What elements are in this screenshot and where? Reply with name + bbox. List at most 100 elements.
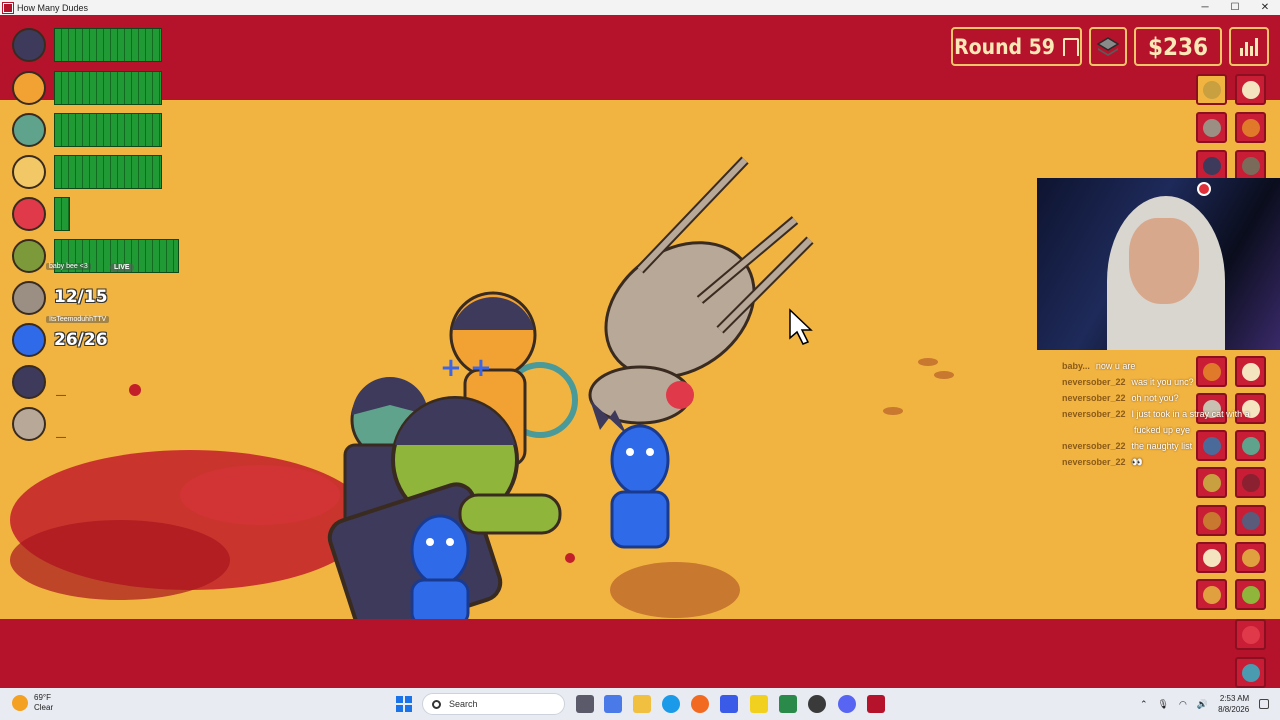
record-icon [1197,182,1211,196]
discord-icon[interactable] [838,695,856,713]
wolf-enemy[interactable] [580,156,814,435]
close-icon[interactable]: ✕ [1250,0,1280,15]
roster-row[interactable] [12,110,46,150]
item-slot[interactable] [1196,112,1227,143]
roster-row[interactable] [12,25,46,65]
window-title: How Many Dudes [17,2,89,13]
blue-dude-unit[interactable] [610,424,670,549]
weather-condition: Clear [34,703,54,712]
roster-row[interactable] [12,278,46,318]
roster-row[interactable] [12,320,46,360]
taskbar-search[interactable]: Search [422,693,565,715]
svg-text:+: + [470,353,492,383]
app-icon [2,1,14,14]
bar-chart-icon [1240,37,1258,56]
item-slot[interactable] [1235,112,1266,143]
minimize-icon[interactable]: ─ [1190,0,1220,15]
sticky-notes-icon[interactable] [750,695,768,713]
search-placeholder: Search [449,699,478,709]
volume-icon[interactable]: 🔊 [1197,699,1208,710]
stream-chat: baby... now u are neversober_22 was it you… [1040,358,1270,470]
edge-icon[interactable] [662,695,680,713]
streamer-face [1129,218,1199,304]
skeleton-dude-avatar [12,281,46,315]
how-many-dudes-icon[interactable] [867,695,885,713]
clock-date: 8/8/2026 [1218,705,1250,714]
item-slot[interactable] [1196,579,1227,610]
item-slot[interactable] [1235,74,1266,105]
item-slot[interactable] [1235,467,1266,498]
item-slot[interactable] [1196,74,1227,105]
chat-message: neversober_22 👀 [1062,457,1143,467]
stream-viewer-tag: ItsTeemoduhhTTV [46,316,110,323]
item-slot[interactable] [1196,150,1227,181]
clock[interactable]: 2:53 AM 8/8/2026 [1218,693,1249,715]
windows-taskbar: 69°F Clear Search ⌃ 🎙 ◠ 🔊 2:53 AM 8/8/20… [0,688,1280,720]
temperature: 69°F [34,693,51,702]
gate-icon [1062,37,1079,56]
notification-icon[interactable] [1259,699,1270,709]
vampire-dude-avatar [12,113,46,147]
roster-row[interactable] [12,362,46,402]
search-icon [432,699,441,709]
roster-row[interactable] [12,236,46,276]
item-slot[interactable] [1196,467,1227,498]
chat-message: neversober_22 the naughty list [1062,441,1193,451]
maximize-icon[interactable]: ☐ [1220,0,1250,15]
item-slot[interactable] [1235,542,1266,573]
roster-row[interactable] [12,152,46,192]
chat-message: baby... now u are [1062,361,1136,371]
roster-dash: — [56,390,66,401]
blue-dude-avatar [12,323,46,357]
dirt-patch [610,562,740,618]
microphone-icon[interactable]: 🎙 [1158,699,1169,710]
stats-button[interactable] [1229,27,1269,66]
item-slot[interactable] [1235,619,1266,650]
start-button[interactable] [396,696,412,712]
chat-message: fucked up eye [1134,425,1191,435]
clock-time: 2:53 AM [1219,694,1250,703]
hp-bar [54,71,162,105]
hp-bar [54,155,162,189]
stream-viewer-tag: baby bee <3 [46,263,91,270]
roster-dash: — [56,432,66,443]
hp-bar [54,197,70,231]
file-explorer-icon[interactable] [633,695,651,713]
firefox-icon[interactable] [691,695,709,713]
horse-avatar [12,407,46,441]
pointer-cursor [789,308,813,345]
item-slot[interactable] [1235,579,1266,610]
copilot-icon[interactable] [604,695,622,713]
money-value: $236 [1147,32,1209,61]
hp-bar [54,28,162,62]
item-slot[interactable] [1196,505,1227,536]
store-icon[interactable] [720,695,738,713]
system-tray: ⌃ 🎙 ◠ 🔊 2:53 AM 8/8/2026 [1140,688,1270,720]
item-slot[interactable] [1235,150,1266,181]
item-slot[interactable] [1196,542,1227,573]
roster-row[interactable] [12,68,46,108]
bandaged-dude-avatar [12,155,46,189]
weather-widget[interactable]: 69°F Clear [12,693,53,713]
game-viewport[interactable]: + + baby bee <3 LIVE 12/15 ItsTeemoduhhT… [0,15,1280,688]
roster-row[interactable] [12,194,46,234]
item-slot[interactable] [1235,505,1266,536]
task-view-icon[interactable] [576,695,594,713]
money-display: $236 [1134,27,1222,66]
blue-dude-unit[interactable] [410,514,470,627]
notepad-icon[interactable] [779,695,797,713]
chevron-up-icon[interactable]: ⌃ [1140,699,1148,710]
layers-button[interactable] [1089,27,1127,66]
frankenstein-dude-avatar [12,71,46,105]
webcam-overlay [1037,178,1280,350]
round-label: Round 59 [954,34,1055,59]
roster-row[interactable] [12,404,46,444]
unit-count: 12/15 [54,287,108,307]
wifi-icon[interactable]: ◠ [1179,699,1187,710]
svg-text:+: + [440,353,462,383]
unit-count: 26/26 [54,330,108,350]
window-titlebar: How Many Dudes ─ ☐ ✕ [0,0,1280,15]
item-slot[interactable] [1235,657,1266,688]
chat-message: neversober_22 oh not you? [1062,393,1179,403]
obs-icon[interactable] [808,695,826,713]
